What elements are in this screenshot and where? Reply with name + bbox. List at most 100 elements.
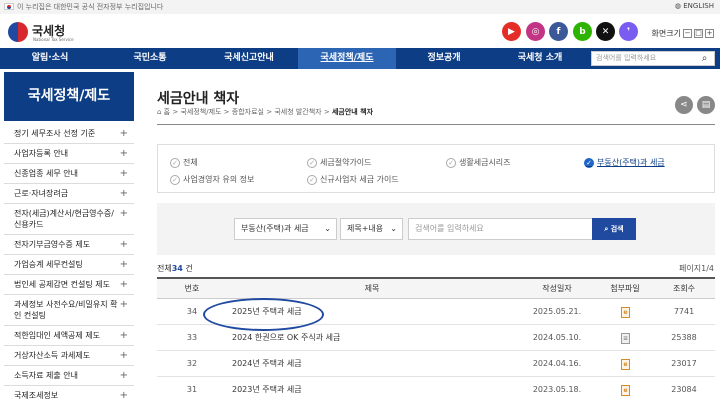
expand-plus-icon[interactable]: + [120, 239, 128, 250]
ebook-file-icon[interactable]: e [621, 385, 630, 396]
category-label: 신규사업자 세금 가이드 [320, 175, 399, 184]
breadcrumb-item[interactable]: 국세정책/제도 [180, 108, 221, 116]
nav-item-news[interactable]: 알림·소식 [0, 48, 100, 69]
category-living-tax[interactable]: ✓ 생활세금시리즈 [446, 157, 511, 168]
expand-plus-icon[interactable]: + [120, 350, 128, 361]
board-search-input[interactable]: 검색어를 입력하세요 [408, 218, 593, 240]
expand-plus-icon[interactable]: + [120, 259, 128, 270]
sidebar-item-label: 국제조세정보 [14, 391, 59, 400]
sidebar-item[interactable]: 근로·자녀장려금 + [4, 184, 134, 204]
nav-item-about[interactable]: 국세청 소개 [492, 48, 588, 69]
row-title-link[interactable]: 2024년 주택과 세금 [232, 351, 512, 377]
sidebar-item[interactable]: 가업승계 세무컨설팅 + [4, 255, 134, 275]
board-search-button[interactable]: ⌕ 검색 [592, 218, 636, 240]
sidebar-item[interactable]: 정기 세무조사 선정 기준 + [4, 124, 134, 144]
row-date: 2024.04.16. [532, 359, 582, 368]
row-number: 34 [186, 307, 198, 316]
category-label: 부동산(주택)과 세금 [597, 158, 665, 167]
check-icon: ✓ [446, 157, 456, 168]
breadcrumb-item[interactable]: 국세청 발간책자 [274, 108, 321, 116]
english-link[interactable]: ◍ ENGLISH [675, 2, 714, 10]
category-select[interactable]: 부동산(주택)과 세금 ⌄ [234, 218, 337, 240]
sidebar-item[interactable]: 국제조세정보 + [4, 386, 134, 401]
expand-plus-icon[interactable]: + [120, 299, 128, 310]
table-header: 번호 제목 작성일자 첨부파일 조회수 [157, 277, 715, 299]
sidebar-item[interactable]: 신종업종 세무 안내 + [4, 164, 134, 184]
expand-plus-icon[interactable]: + [120, 168, 128, 179]
category-select-value: 부동산(주택)과 세금 [241, 224, 309, 233]
expand-plus-icon[interactable]: + [120, 279, 128, 290]
breadcrumb: ⌂ 홈 > 국세정책/제도 > 종합자료실 > 국세청 발간책자 > 세금안내 … [157, 107, 373, 117]
nav-item-tax-filing[interactable]: 국세신고안내 [200, 48, 298, 69]
row-number: 31 [186, 385, 198, 394]
breadcrumb-item[interactable]: 종합자료실 [232, 108, 264, 116]
sidebar-item-label: 근로·자녀장려금 [14, 189, 69, 198]
sidebar-item-label: 거상자산소득 과세제도 [14, 351, 91, 360]
expand-plus-icon[interactable]: + [120, 390, 128, 401]
title-divider [157, 124, 715, 125]
row-date: 2025.05.21. [532, 307, 582, 316]
zoom-in-button[interactable]: + [705, 29, 714, 38]
expand-plus-icon[interactable]: + [120, 128, 128, 139]
category-real-estate[interactable]: ✓ 부동산(주택)과 세금 [584, 157, 665, 168]
field-select[interactable]: 제목+내용 ⌄ [340, 218, 403, 240]
nav-item-disclosure[interactable]: 정보공개 [396, 48, 492, 69]
sidebar-item[interactable]: 법인세 공제감면 컨설팅 제도 + [4, 275, 134, 295]
category-all[interactable]: ✓ 전체 [170, 157, 198, 168]
row-number: 33 [186, 333, 198, 342]
korea-flag-icon [4, 3, 14, 10]
board-search-area: 부동산(주택)과 세금 ⌄ 제목+내용 ⌄ 검색어를 입력하세요 ⌕ 검색 [157, 203, 715, 255]
main-nav: 알림·소식 국민소통 국세신고안내 국세정책/제도 정보공개 국세청 소개 검색… [0, 48, 720, 69]
expand-plus-icon[interactable]: + [120, 208, 128, 219]
expand-plus-icon[interactable]: + [120, 188, 128, 199]
taegeuk-logo-icon [8, 22, 28, 42]
zoom-out-button[interactable]: − [683, 29, 692, 38]
instagram-icon[interactable]: ◎ [526, 22, 545, 41]
expand-plus-icon[interactable]: + [120, 370, 128, 381]
check-icon: ✓ [307, 157, 317, 168]
sidebar-item[interactable]: 과세정보 사전수요/비밀유지 확인 컨설팅 + [4, 295, 134, 326]
sidebar-item[interactable]: 전자기부금영수증 제도 + [4, 235, 134, 255]
ebook-file-icon[interactable]: e [621, 307, 630, 318]
site-search-input[interactable]: 검색어를 입력하세요 [591, 51, 715, 66]
x-icon[interactable]: ✕ [596, 22, 615, 41]
sidebar-item[interactable]: 거상자산소득 과세제도 + [4, 346, 134, 366]
expand-plus-icon[interactable]: + [120, 148, 128, 159]
row-number: 32 [186, 359, 198, 368]
sidebar-item-label: 정기 세무조사 선정 기준 [14, 129, 96, 138]
sidebar-item-label: 소득자료 제출 안내 [14, 371, 78, 380]
field-select-value: 제목+내용 [347, 224, 384, 233]
sidebar-item[interactable]: 전자(세금)계산서/현금영수증/신용카드 + [4, 204, 134, 235]
print-button[interactable]: ▤ [697, 96, 715, 114]
row-title-link[interactable]: 2025년 주택과 세금 [232, 299, 512, 325]
category-new-business[interactable]: ✓ 신규사업자 세금 가이드 [307, 174, 399, 185]
sidebar-item-label: 전자기부금영수증 제도 [14, 240, 91, 249]
row-title-link[interactable]: 2023년 주택과 세금 [232, 377, 512, 401]
zoom-label: 화면크기 [651, 29, 681, 38]
sidebar-item[interactable]: 소득자료 제출 안내 + [4, 366, 134, 386]
category-tax-saving[interactable]: ✓ 세금절약가이드 [307, 157, 372, 168]
expand-plus-icon[interactable]: + [120, 330, 128, 341]
category-business-owner[interactable]: ✓ 사업경영자 유의 정보 [170, 174, 254, 185]
ebook-file-icon[interactable]: e [621, 359, 630, 370]
search-icon[interactable]: ⌕ [698, 52, 711, 65]
sidebar-item-label: 법인세 공제감면 컨설팅 제도 [14, 280, 110, 289]
sidebar-item[interactable]: 사업자등록 안내 + [4, 144, 134, 164]
share-button[interactable]: ⋖ [675, 96, 693, 114]
sidebar-item-label: 전자(세금)계산서/현금영수증/신용카드 [14, 209, 114, 229]
story-icon[interactable]: ❜ [619, 22, 638, 41]
sidebar-item[interactable]: 적한임대인 세액공제 제도 + [4, 326, 134, 346]
chevron-right-icon: > [263, 108, 275, 116]
sidebar-menu: 정기 세무조사 선정 기준 + 사업자등록 안내 + 신종업종 세무 안내 + 근로·자녀장… [4, 124, 134, 401]
nav-item-tax-policy[interactable]: 국세정책/제도 [298, 48, 396, 69]
blog-icon[interactable]: b [573, 22, 592, 41]
row-views: 23084 [671, 385, 697, 394]
nav-item-communication[interactable]: 국민소통 [100, 48, 200, 69]
document-file-icon[interactable]: ≡ [621, 333, 630, 344]
row-title-link[interactable]: 2024 한권으로 OK 주식과 세금 [232, 325, 512, 351]
category-label: 사업경영자 유의 정보 [183, 175, 255, 184]
youtube-icon[interactable]: ▶ [502, 22, 521, 41]
facebook-icon[interactable]: f [549, 22, 568, 41]
table-row: 34 2025년 주택과 세금 2025.05.21. 7741 e [157, 299, 715, 325]
zoom-reset-button[interactable]: □ [694, 29, 703, 38]
